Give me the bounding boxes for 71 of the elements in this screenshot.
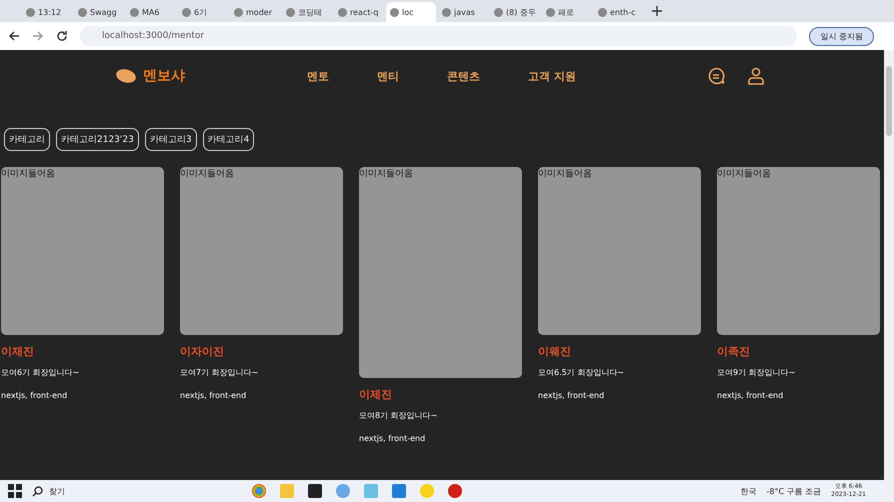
input-method[interactable]: 한국 xyxy=(740,486,756,496)
mentor-description: 모여6.5기 회장입니다~ xyxy=(538,367,625,378)
category-chip[interactable]: 카테고리 xyxy=(4,128,50,151)
favicon-icon xyxy=(442,8,451,16)
app-icon[interactable] xyxy=(336,484,350,498)
mentor-description: 모여7기 회장입니다~ xyxy=(180,367,260,378)
favicon-icon xyxy=(286,8,295,16)
browser-tab[interactable]: react-q xyxy=(334,2,384,22)
mentor-description: 모여9기 회장입니다~ xyxy=(717,367,796,378)
browser-tab[interactable]: javas xyxy=(438,2,488,22)
browser-tab[interactable]: 코딩테 xyxy=(282,2,332,22)
nav-link[interactable]: 멘토 xyxy=(307,68,329,84)
image-alt-text: 이미지들어옴 xyxy=(717,169,771,179)
favicon-icon xyxy=(494,8,503,16)
forward-icon[interactable] xyxy=(32,30,44,42)
site-logo[interactable]: 멘보샤 xyxy=(143,67,185,85)
favicon-icon xyxy=(78,8,87,16)
back-icon[interactable] xyxy=(8,30,20,42)
scrollbar[interactable] xyxy=(884,50,894,480)
address-field[interactable]: localhost:3000/mentor xyxy=(80,26,798,46)
taskbar-search[interactable]: 찾기 xyxy=(32,486,182,496)
mentor-name: 이자이진 xyxy=(180,344,225,359)
nav-link[interactable]: 멘티 xyxy=(377,68,399,84)
image-alt-text: 이미지들어옴 xyxy=(180,169,234,179)
browser-tab[interactable]: loc xyxy=(386,2,436,22)
mentor-tags: nextjs, front-end xyxy=(1,391,164,400)
browser-tab[interactable]: 패로 xyxy=(542,2,592,22)
category-chip[interactable]: 카테고리3 xyxy=(144,128,197,151)
image-alt-text: 이미지들어옴 xyxy=(1,169,55,179)
weather-text[interactable]: -8°C 구름 조금 xyxy=(766,486,822,496)
favicon-icon xyxy=(234,8,243,16)
browser-tab[interactable]: (8) 중두 xyxy=(490,2,540,22)
chrome-icon[interactable] xyxy=(252,484,266,498)
user-icon[interactable] xyxy=(747,67,765,85)
mentor-tags: nextjs, front-end xyxy=(359,434,522,443)
windows-icon[interactable] xyxy=(8,484,22,498)
nav-link[interactable]: 콘텐츠 xyxy=(447,68,480,84)
browser-tab[interactable]: 6기 xyxy=(178,2,228,22)
favicon-icon xyxy=(338,8,347,16)
browser-tab[interactable]: Swagg xyxy=(74,2,124,22)
mentor-name: 이재진 xyxy=(1,344,35,359)
image-alt-text: 이미지들어옴 xyxy=(359,169,413,179)
favicon-icon xyxy=(130,8,139,16)
mentor-tags: nextjs, front-end xyxy=(538,391,701,400)
category-chip[interactable]: 카테고리4 xyxy=(202,128,254,151)
favicon-icon xyxy=(598,8,607,16)
favicon-icon xyxy=(26,8,35,16)
browser-tab[interactable]: enth-c xyxy=(594,2,644,22)
search-label: 찾기 xyxy=(49,486,65,496)
mentor-name: 이족진 xyxy=(717,344,751,359)
chat-icon[interactable] xyxy=(707,67,725,85)
browser-tab[interactable]: moder xyxy=(230,2,280,22)
image-alt-text: 이미지들어옴 xyxy=(538,169,592,179)
record-icon[interactable] xyxy=(448,484,462,498)
favicon-icon xyxy=(182,8,191,16)
mentor-name: 이웨진 xyxy=(538,344,572,359)
mentor-name: 이제진 xyxy=(359,387,393,402)
mentor-tags: nextjs, front-end xyxy=(717,391,880,400)
browser-tab[interactable]: MA6 xyxy=(126,2,176,22)
mentor-description: 모여6기 회장입니다~ xyxy=(1,367,80,378)
profile-button[interactable]: 일시 중지됨 xyxy=(809,26,874,46)
mentor-description: 모여8기 회장입니다~ xyxy=(359,410,438,421)
new-tab-icon[interactable] xyxy=(652,6,662,16)
search-icon xyxy=(32,486,43,496)
browser-tab[interactable]: 13:12 xyxy=(22,2,72,22)
favicon-icon xyxy=(390,8,399,16)
favicon-icon xyxy=(546,8,555,16)
mentor-tags: nextjs, front-end xyxy=(180,391,343,400)
nav-link[interactable]: 고객 지원 xyxy=(528,68,576,84)
category-chip[interactable]: 카테고리2123'23 xyxy=(56,128,139,151)
reload-icon[interactable] xyxy=(56,30,68,42)
